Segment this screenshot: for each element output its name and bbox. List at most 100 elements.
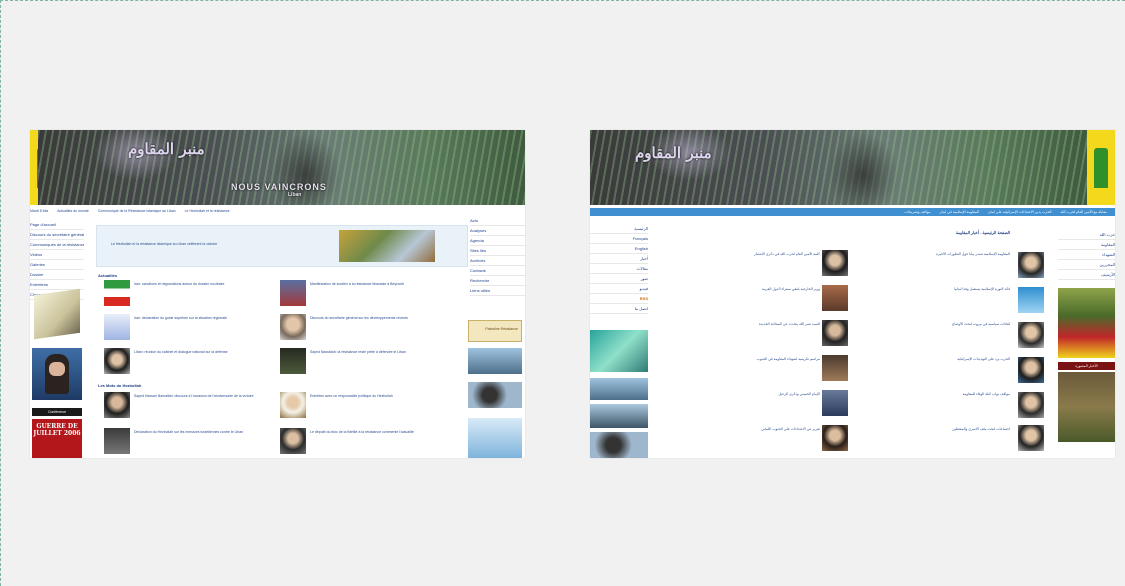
news-item-ar[interactable]: كلمة الأمين العام لحزب الله في ذكرى الان… bbox=[690, 252, 820, 274]
news-item-ar[interactable]: مراسم تكريمية لشهداء المقاومة في الجنوب bbox=[690, 357, 820, 379]
news-thumb[interactable] bbox=[280, 314, 306, 340]
palestine-ad[interactable]: Palestine Résistance bbox=[468, 320, 522, 342]
news-thumb[interactable] bbox=[1018, 322, 1044, 348]
news-thumb[interactable] bbox=[280, 280, 306, 306]
nav-item[interactable]: أخبار bbox=[590, 254, 648, 264]
right-nav-item[interactable]: المقاومة bbox=[1058, 240, 1115, 250]
news-item[interactable]: Sayed Nasrallah: la résistance reste prê… bbox=[310, 350, 440, 372]
screenshot-french-site: منبر المقاوم NOUS VAINCRONS Liban Mardi … bbox=[30, 130, 525, 458]
cleric-portrait-image bbox=[32, 348, 82, 400]
nav-item[interactable]: RSS bbox=[590, 294, 648, 304]
news-item[interactable]: Iran: sanctions et négociations autour d… bbox=[134, 282, 264, 304]
right-nav-item[interactable]: الشهداء bbox=[1058, 250, 1115, 260]
news-item-ar[interactable]: السيد نصر الله يتحدث عن المعادلة الجديدة bbox=[690, 322, 820, 344]
news-thumb[interactable] bbox=[822, 285, 848, 311]
soldier-photo-ad[interactable] bbox=[1058, 372, 1115, 442]
july-war-box[interactable]: GUERRE DE JUILLET 2006 bbox=[32, 419, 82, 458]
news-item-ar[interactable]: تقرير عن الاعتداءات على الجنوب اللبناني bbox=[690, 427, 820, 449]
link-bar-item[interactable]: مقابلة مع الأمين العام لحزب الله bbox=[1061, 210, 1107, 214]
news-thumb[interactable] bbox=[822, 250, 848, 276]
link-bar-item[interactable]: مواقف وتصريحات bbox=[904, 210, 930, 214]
news-item-ar[interactable]: قائد الثورة الإسلامية يستقبل وفدا لبناني… bbox=[880, 287, 1010, 309]
news-thumb[interactable] bbox=[1018, 392, 1044, 418]
right-nav-item[interactable]: Analyses bbox=[470, 226, 525, 236]
mots-thumb[interactable] bbox=[280, 392, 306, 418]
news-item-ar[interactable]: لقاءات سياسية في بيروت لبحث الأوضاع bbox=[880, 322, 1010, 344]
right-nav-item[interactable]: Sites liés bbox=[470, 246, 525, 256]
link-bar-item[interactable]: المقاومة الإسلامية في لبنان bbox=[940, 210, 979, 214]
link-bar-item[interactable]: الحزب يدين الاعتداءات الإسرائيلية على لب… bbox=[988, 210, 1052, 214]
news-thumb[interactable] bbox=[1018, 425, 1044, 451]
link-bar-item[interactable]: Mardi 8 Mai bbox=[30, 209, 48, 213]
news-thumb[interactable] bbox=[280, 348, 306, 374]
landscape-ad[interactable] bbox=[590, 378, 648, 400]
nav-item[interactable]: Page d'accueil bbox=[30, 220, 84, 230]
banner-title-ar: منبر المقاوم bbox=[635, 144, 712, 162]
film-reel-ad[interactable] bbox=[590, 432, 648, 458]
nav-item[interactable]: Galeries bbox=[30, 260, 84, 270]
nav-item[interactable]: صور bbox=[590, 274, 648, 284]
news-item-ar[interactable]: مواقف نواب كتلة الوفاء للمقاومة bbox=[880, 392, 1010, 414]
mots-thumb[interactable] bbox=[280, 428, 306, 454]
crowd-photo[interactable] bbox=[339, 230, 435, 262]
news-thumb[interactable] bbox=[104, 280, 130, 306]
right-nav-item[interactable]: حزب الله bbox=[1058, 230, 1115, 240]
news-item-ar[interactable]: وزير الخارجية يلتقي سفراء الدول العربية bbox=[690, 287, 820, 309]
news-item[interactable]: Iran: déclaration du guide suprême sur l… bbox=[134, 316, 264, 338]
site-banner-ar: منبر المقاوم bbox=[590, 130, 1087, 205]
right-nav-item[interactable]: Agenda bbox=[470, 236, 525, 246]
soldier-ad[interactable] bbox=[590, 404, 648, 428]
sky-ad[interactable] bbox=[468, 418, 522, 458]
news-thumb[interactable] bbox=[822, 320, 848, 346]
news-item[interactable]: Liban: réunion du cabinet et dialogue na… bbox=[134, 350, 264, 372]
news-thumb[interactable] bbox=[822, 425, 848, 451]
right-nav-item[interactable]: الأرشيف bbox=[1058, 270, 1115, 280]
headline-text[interactable]: Le Hezbollah et la résistance islamique … bbox=[111, 242, 261, 247]
news-thumb[interactable] bbox=[1018, 357, 1044, 383]
news-thumb[interactable] bbox=[1018, 287, 1044, 313]
news-thumb[interactable] bbox=[1018, 252, 1044, 278]
news-item-ar[interactable]: الحزب يرد على التهديدات الإسرائيلية bbox=[880, 357, 1010, 379]
mots-item[interactable]: Déclaration du Hezbollah sur les menaces… bbox=[134, 430, 264, 452]
news-item[interactable]: Discours du secrétaire général sur les d… bbox=[310, 316, 440, 338]
link-bar-item[interactable]: Actualités du monde bbox=[57, 209, 89, 213]
right-nav-item[interactable]: Contacts bbox=[470, 266, 525, 276]
nav-item[interactable]: Vidéos bbox=[30, 250, 84, 260]
news-thumb[interactable] bbox=[104, 314, 130, 340]
news-item-ar[interactable]: الإمام الخميني وذكرى الرحيل bbox=[690, 392, 820, 414]
mots-thumb[interactable] bbox=[104, 428, 130, 454]
news-thumb[interactable] bbox=[822, 355, 848, 381]
right-nav-item[interactable]: المحررين bbox=[1058, 260, 1115, 270]
link-bar-item[interactable]: Le Hezbollah et la résistance bbox=[185, 209, 230, 213]
photo-news-label: الأخبار المصورة bbox=[1058, 362, 1115, 370]
mots-thumb[interactable] bbox=[104, 392, 130, 418]
film-reel-ad[interactable] bbox=[468, 382, 522, 408]
nav-item[interactable]: اتصل بنا bbox=[590, 304, 648, 314]
nav-item[interactable]: Dossier bbox=[30, 270, 84, 280]
right-nav-item[interactable]: Actu bbox=[470, 216, 525, 226]
book-ad-image[interactable] bbox=[34, 288, 80, 340]
nav-item[interactable]: مقالات bbox=[590, 264, 648, 274]
news-thumb[interactable] bbox=[822, 390, 848, 416]
link-bar-item[interactable]: Communiqué de la Résistance islamique au… bbox=[98, 209, 176, 213]
nav-item[interactable]: الرئيسية bbox=[590, 224, 648, 234]
nav-item[interactable]: Français bbox=[590, 234, 648, 244]
news-item-ar[interactable]: اجتماعات لبحث ملف الأسرى والمعتقلين bbox=[880, 427, 1010, 449]
mots-item[interactable]: Entretien avec un responsable politique … bbox=[310, 394, 440, 416]
mots-item[interactable]: Le député du bloc de la fidélité à la ré… bbox=[310, 430, 440, 452]
news-thumb[interactable] bbox=[104, 348, 130, 374]
right-nav-item[interactable]: Archives bbox=[470, 256, 525, 266]
landscape-ad[interactable] bbox=[468, 348, 522, 374]
nav-item[interactable]: Discours du secrétaire général bbox=[30, 230, 84, 240]
nav-item[interactable]: Communiqués de la résistance bbox=[30, 240, 84, 250]
nav-item[interactable]: English bbox=[590, 244, 648, 254]
mots-item[interactable]: Sayed Hassan Nasrallah: discours à l'occ… bbox=[134, 394, 264, 416]
news-item[interactable]: Manifestation de soutien à la résistance… bbox=[310, 282, 440, 304]
news-item-ar[interactable]: المقاومة الإسلامية تصدر بيانا حول التطور… bbox=[880, 252, 1010, 274]
right-nav-item[interactable]: Recherche bbox=[470, 276, 525, 286]
right-nav-item[interactable]: Liens utiles bbox=[470, 286, 525, 296]
green-ad[interactable] bbox=[590, 330, 648, 372]
promo-ad[interactable] bbox=[1058, 288, 1115, 358]
nav-item[interactable]: فيديو bbox=[590, 284, 648, 294]
left-nav-ar: الرئيسية Français English أخبار مقالات ص… bbox=[590, 224, 648, 314]
